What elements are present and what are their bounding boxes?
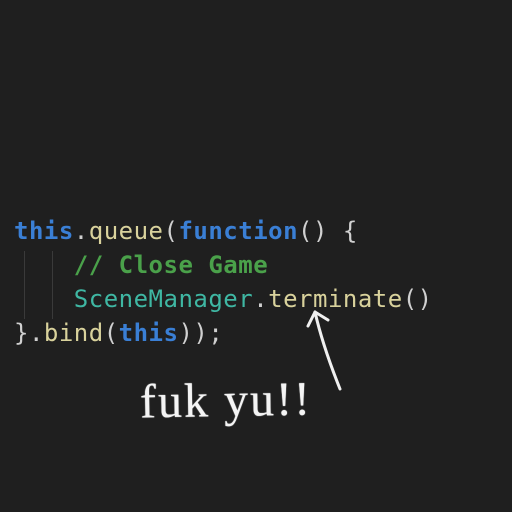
tok-close: ));: [178, 319, 223, 347]
tok-bind: bind: [44, 319, 104, 347]
code-block: this.queue(function() { // Close Game Sc…: [14, 180, 433, 384]
tok-open: (: [164, 217, 179, 245]
tok-paren: (): [403, 285, 433, 313]
tok-comment: // Close Game: [74, 251, 268, 279]
tok-indent: [14, 251, 74, 279]
tok-close-brace: }: [14, 319, 29, 347]
tok-terminate: terminate: [268, 285, 403, 313]
tok-queue: queue: [89, 217, 164, 245]
code-line-3: SceneManager.terminate(): [14, 285, 433, 313]
tok-open: (: [104, 319, 119, 347]
image-canvas: this.queue(function() { // Close Game Sc…: [0, 0, 512, 512]
tok-scenemanager: SceneManager: [74, 285, 253, 313]
tok-paren: (): [298, 217, 328, 245]
code-line-4: }.bind(this));: [14, 319, 223, 347]
tok-dot: .: [253, 285, 268, 313]
tok-dot: .: [74, 217, 89, 245]
tok-function: function: [178, 217, 298, 245]
tok-this: this: [14, 217, 74, 245]
tok-dot: .: [29, 319, 44, 347]
code-line-1: this.queue(function() {: [14, 217, 358, 245]
handwritten-annotation: fuk yu!!: [140, 383, 313, 420]
tok-indent: [14, 285, 74, 313]
indent-guide: [52, 251, 53, 319]
tok-brace: {: [328, 217, 358, 245]
tok-this: this: [119, 319, 179, 347]
indent-guide: [24, 251, 25, 319]
